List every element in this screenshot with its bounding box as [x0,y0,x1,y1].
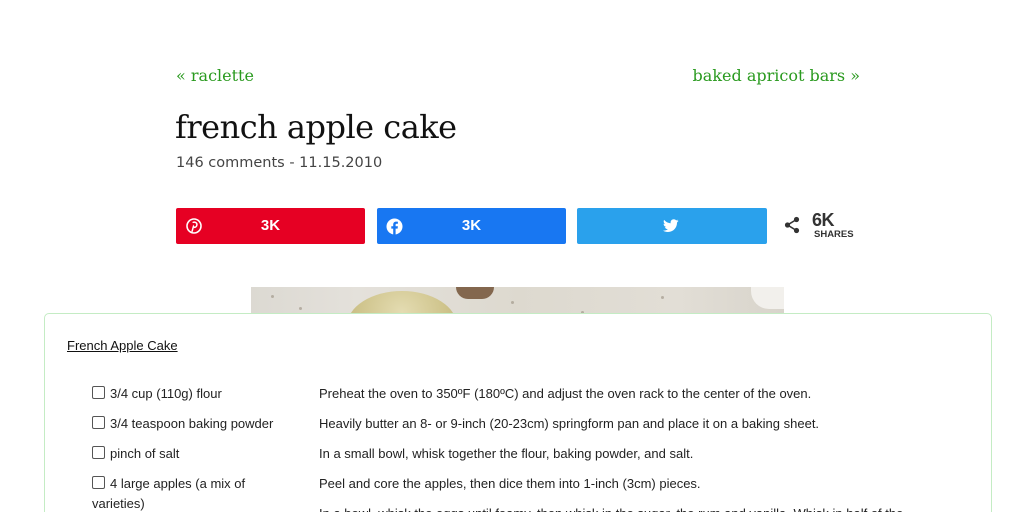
facebook-share-button[interactable]: 3K [377,208,566,244]
post-navigation: « raclette baked apricot bars » [176,66,860,90]
ingredient-checkbox[interactable] [92,446,105,459]
twitter-share-button[interactable] [577,208,767,244]
ingredient-item[interactable]: pinch of salt [92,444,312,464]
ingredient-item[interactable]: 3/4 teaspoon baking powder [92,414,312,434]
ingredient-label: 4 large apples (a mix of varieties) [92,476,246,511]
photo-texture-dot [511,301,514,304]
photo-texture-dot [271,295,274,298]
pinterest-share-count: 3K [260,217,281,234]
facebook-share-count: 3K [461,217,482,234]
recipe-card: French Apple Cake 3/4 cup (110g) flour 3… [44,313,992,512]
share-icon [784,216,800,239]
direction-step: Preheat the oven to 350ºF (180ºC) and ad… [319,386,812,401]
ingredient-checkbox[interactable] [92,386,105,399]
pinterest-share-button[interactable]: 3K [176,208,365,244]
post-meta[interactable]: 146 comments - 11.15.2010 [176,155,382,171]
ingredient-label: 3/4 teaspoon baking powder [110,416,274,431]
photo-highlight-shape [751,287,784,309]
direction-step: Heavily butter an 8- or 9-inch (20-23cm)… [319,416,820,431]
post-title: french apple cake [175,108,457,146]
ingredients-list: 3/4 cup (110g) flour 3/4 teaspoon baking… [92,384,312,512]
total-share-label: SHARES [814,229,854,240]
total-share-count: 6K [812,210,835,230]
ingredient-checkbox[interactable] [92,476,105,489]
total-shares: 6K SHARES [782,208,862,244]
twitter-share-count [577,208,767,244]
ingredient-item[interactable]: 3/4 cup (110g) flour [92,384,312,404]
photo-texture-dot [299,307,302,310]
direction-step: In a small bowl, whisk together the flou… [319,446,694,461]
direction-step: In a bowl, whisk the eggs until foamy, t… [319,504,999,512]
apple-stem-shape [456,287,494,299]
next-post-link[interactable]: baked apricot bars » [693,66,860,85]
direction-step: Peel and core the apples, then dice them… [319,476,701,491]
photo-texture-dot [661,296,664,299]
recipe-title-link[interactable]: French Apple Cake [67,338,178,353]
ingredient-checkbox[interactable] [92,416,105,429]
directions-list: Preheat the oven to 350ºF (180ºC) and ad… [319,384,999,512]
ingredient-item[interactable]: 4 large apples (a mix of varieties) [92,474,272,512]
ingredient-label: 3/4 cup (110g) flour [110,386,222,401]
previous-post-link[interactable]: « raclette [176,66,254,85]
ingredient-label: pinch of salt [110,446,180,461]
